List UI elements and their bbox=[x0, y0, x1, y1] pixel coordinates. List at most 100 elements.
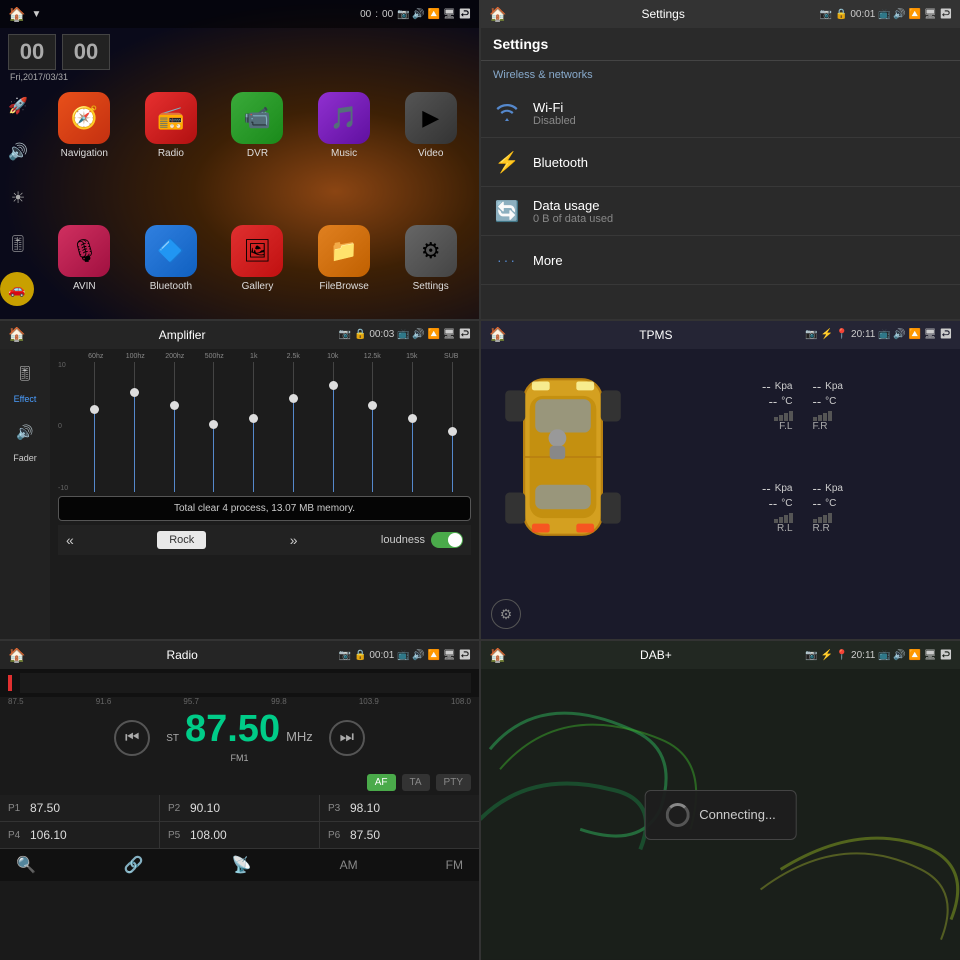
ta-btn[interactable]: TA bbox=[402, 774, 430, 791]
eq-panel: 🏠 Amplifier 📷 🔒 00:03 📺 🔊 🔼 🖥 ↩ 🎚 Effect… bbox=[0, 321, 479, 640]
tpms-title: TPMS bbox=[639, 328, 672, 342]
app-navigation[interactable]: 🧭 Navigation bbox=[44, 92, 125, 219]
connect-icon[interactable]: 🔗 bbox=[124, 855, 144, 875]
brightness-icon[interactable]: ☀ bbox=[0, 180, 36, 216]
preset-p4[interactable]: P4 106.10 bbox=[0, 822, 159, 848]
app-filebrowse[interactable]: 📁 FileBrowse bbox=[304, 225, 385, 319]
preset-p5[interactable]: P5 108.00 bbox=[160, 822, 319, 848]
fr-c-value: -- bbox=[813, 394, 822, 409]
settings-home-icon[interactable]: 🏠 bbox=[489, 6, 506, 23]
freq-12k5: 12.5k bbox=[353, 353, 393, 360]
eq-slider-3[interactable] bbox=[155, 362, 193, 492]
eq-slider-10[interactable] bbox=[433, 362, 471, 492]
preset-p2[interactable]: P2 90.10 bbox=[160, 795, 319, 821]
fm-btn[interactable]: FM bbox=[446, 858, 463, 872]
volume-icon[interactable]: 🔊 bbox=[0, 134, 36, 170]
bottom-icon-1[interactable]: 🚗 bbox=[0, 272, 34, 306]
eq-preset-btn[interactable]: Rock bbox=[157, 531, 206, 549]
wifi-item[interactable]: Wi-Fi Disabled bbox=[481, 89, 960, 138]
nav-app-icon: 🧭 bbox=[58, 92, 110, 144]
wifi-sub: Disabled bbox=[533, 115, 948, 127]
tpms-home-icon[interactable]: 🏠 bbox=[489, 326, 506, 343]
app-avin[interactable]: 🎙 AVIN bbox=[44, 225, 125, 319]
radio-app-icon: 📻 bbox=[145, 92, 197, 144]
time-minute: 00 bbox=[382, 9, 393, 20]
p6-freq: 87.50 bbox=[350, 828, 380, 842]
radio-freq-bar bbox=[0, 669, 479, 697]
app-gallery[interactable]: 🖼 Gallery bbox=[217, 225, 298, 319]
eq-slider-7[interactable] bbox=[314, 362, 352, 492]
rl-kpa-unit: Kpa bbox=[775, 483, 793, 494]
connecting-spinner bbox=[665, 803, 689, 827]
freq-87: 87.5 bbox=[8, 697, 24, 706]
p1-freq: 87.50 bbox=[30, 801, 60, 815]
dab-home-icon[interactable]: 🏠 bbox=[489, 647, 506, 664]
rl-label: R.L bbox=[777, 523, 793, 534]
fl-label: F.L bbox=[779, 421, 792, 432]
tpms-settings-btn[interactable]: ⚙ bbox=[491, 599, 521, 629]
data-usage-item[interactable]: 🔄 Data usage 0 B of data used bbox=[481, 187, 960, 236]
radio-bottom-bar: 🔍 🔗 📡 AM FM bbox=[0, 848, 479, 881]
radio-next-btn[interactable]: ⏭ bbox=[329, 720, 365, 756]
freq-108: 108.0 bbox=[451, 697, 471, 706]
eq-prev-btn[interactable]: « bbox=[66, 532, 74, 548]
rr-c-value: -- bbox=[813, 496, 822, 511]
rocket-icon[interactable]: 🚀 bbox=[0, 88, 36, 124]
status-left: 🏠 ▼ bbox=[8, 6, 41, 23]
eq-effect-btn[interactable]: 🎚 bbox=[16, 365, 34, 382]
search-icon[interactable]: 🔍 bbox=[16, 855, 36, 875]
eq-slider-9[interactable] bbox=[394, 362, 432, 492]
eq-slider-1[interactable] bbox=[76, 362, 114, 492]
app-settings[interactable]: ⚙ Settings bbox=[390, 225, 471, 319]
af-btn[interactable]: AF bbox=[367, 774, 396, 791]
eq-volume-icon[interactable]: 🔊 bbox=[16, 424, 33, 441]
video-app-icon: ▶ bbox=[405, 92, 457, 144]
app-music[interactable]: 🎵 Music bbox=[304, 92, 385, 219]
radio-prev-btn[interactable]: ⏮ bbox=[114, 720, 150, 756]
app-dvr[interactable]: 📹 DVR bbox=[217, 92, 298, 219]
more-item[interactable]: ··· More bbox=[481, 236, 960, 285]
filebrowse-label: FileBrowse bbox=[319, 281, 368, 292]
radio-home-icon[interactable]: 🏠 bbox=[8, 647, 25, 664]
signal-icon: ▼ bbox=[31, 9, 41, 20]
radio-st-label: ST bbox=[166, 733, 179, 744]
eq-slider-6[interactable] bbox=[275, 362, 313, 492]
p6-label: P6 bbox=[328, 830, 344, 841]
app-bluetooth[interactable]: 🔷 Bluetooth bbox=[131, 225, 212, 319]
home-icon[interactable]: 🏠 bbox=[8, 6, 25, 23]
antenna-icon[interactable]: 📡 bbox=[232, 855, 252, 875]
preset-p6[interactable]: P6 87.50 bbox=[320, 822, 479, 848]
eq-slider-2[interactable] bbox=[116, 362, 154, 492]
freq-100hz: 100hz bbox=[116, 353, 156, 360]
freq-200hz: 200hz bbox=[155, 353, 195, 360]
eq-next-btn[interactable]: » bbox=[290, 532, 298, 548]
p2-label: P2 bbox=[168, 803, 184, 814]
fl-c-value: -- bbox=[769, 394, 778, 409]
fr-c-unit: °C bbox=[825, 396, 836, 407]
bluetooth-item[interactable]: ⚡ Bluetooth bbox=[481, 138, 960, 187]
app-video[interactable]: ▶ Video bbox=[390, 92, 471, 219]
eq-home-icon[interactable]: 🏠 bbox=[8, 326, 25, 343]
clock-hours: 00 bbox=[8, 34, 56, 70]
pty-btn[interactable]: PTY bbox=[436, 774, 471, 791]
eq-main-area: 60hz 100hz 200hz 500hz 1k 2.5k 10k 12.5k… bbox=[50, 349, 479, 640]
freq-15k: 15k bbox=[392, 353, 432, 360]
bt-app-icon: 🔷 bbox=[145, 225, 197, 277]
loudness-toggle[interactable] bbox=[431, 532, 463, 548]
eq-slider-4[interactable] bbox=[195, 362, 233, 492]
freq-sub: SUB bbox=[432, 353, 472, 360]
eq-slider-8[interactable] bbox=[354, 362, 392, 492]
home-panel: 🏠 ▼ 00:00 📷 🔊 🔼 🖥 ↩ 00 00 Fri,2017/03/31… bbox=[0, 0, 479, 319]
app-radio[interactable]: 📻 Radio bbox=[131, 92, 212, 219]
p5-label: P5 bbox=[168, 830, 184, 841]
rr-label: R.R bbox=[813, 523, 830, 534]
preset-p3[interactable]: P3 98.10 bbox=[320, 795, 479, 821]
tpms-panel: 🏠 TPMS 📷 ⚡ 📍 20:11 📺 🔊 🔼 🖥 ↩ -- Kpa -- °… bbox=[481, 321, 960, 640]
connecting-dialog: Connecting... bbox=[644, 790, 797, 840]
freq-103: 103.9 bbox=[359, 697, 379, 706]
preset-p1[interactable]: P1 87.50 bbox=[0, 795, 159, 821]
am-btn[interactable]: AM bbox=[340, 858, 358, 872]
eq-status-icons: 📷 🔒 00:03 📺 🔊 🔼 🖥 ↩ bbox=[339, 329, 471, 340]
eq-slider-5[interactable] bbox=[235, 362, 273, 492]
eq-icon[interactable]: 🎚 bbox=[0, 226, 36, 262]
